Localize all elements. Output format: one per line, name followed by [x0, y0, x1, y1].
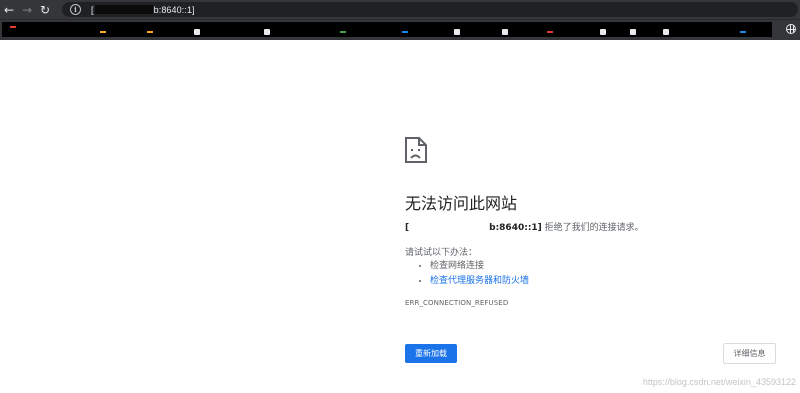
bookmarks-redaction — [2, 22, 772, 37]
suggestions-list: 检查网络连接 检查代理服务器和防火墙 — [405, 259, 529, 289]
bookmark-icon — [264, 29, 270, 35]
bookmark-accent — [340, 31, 346, 33]
suggestion-check-network: 检查网络连接 — [430, 259, 529, 274]
address-bar[interactable]: i [ b:8640::1] — [62, 2, 798, 17]
host-redaction — [409, 227, 489, 228]
host-name: [ b:8640::1] — [405, 223, 542, 233]
url-redaction — [94, 4, 153, 14]
check-proxy-link[interactable]: 检查代理服务器和防火墙 — [430, 276, 529, 286]
error-code: ERR_CONNECTION_REFUSED — [405, 299, 509, 307]
suggestions-label: 请试试以下办法： — [405, 248, 478, 258]
bookmark-icon — [194, 29, 200, 35]
bookmark-icon — [630, 29, 636, 35]
bookmark-accent — [10, 26, 16, 28]
details-button[interactable]: 详细信息 — [723, 343, 776, 364]
bookmark-icon — [502, 29, 508, 35]
bookmark-icon — [600, 29, 606, 35]
bookmark-accent — [547, 31, 553, 33]
bookmark-accent — [740, 31, 746, 33]
bookmarks-bar — [0, 19, 800, 40]
error-detail: [ b:8640::1] 拒绝了我们的连接请求。 — [405, 220, 644, 233]
sad-page-icon — [405, 137, 427, 163]
host-tail: b:8640::1] — [489, 223, 542, 233]
bookmark-icon — [454, 29, 460, 35]
url-head: [ — [91, 4, 94, 15]
site-info-icon[interactable]: i — [70, 4, 81, 15]
forward-arrow-icon[interactable]: → — [18, 0, 36, 19]
host-head: [ — [405, 223, 410, 233]
bookmark-accent — [100, 31, 106, 33]
error-title: 无法访问此网站 — [405, 194, 518, 213]
bookmark-accent — [402, 31, 408, 33]
url-text[interactable]: [ b:8640::1] — [91, 4, 195, 15]
back-arrow-icon[interactable]: ← — [0, 0, 18, 19]
bookmark-accent — [147, 31, 153, 33]
bookmark-icon — [663, 29, 669, 35]
watermark: https://blog.csdn.net/weixin_43593122 — [642, 377, 796, 387]
browser-toolbar: ← → ↻ i [ b:8640::1] — [0, 0, 800, 19]
reload-icon[interactable]: ↻ — [36, 0, 54, 19]
suggestion-check-proxy: 检查代理服务器和防火墙 — [430, 274, 529, 289]
url-tail: b:8640::1] — [153, 4, 195, 15]
error-message: 拒绝了我们的连接请求。 — [541, 223, 644, 233]
reload-button[interactable]: 重新加载 — [405, 344, 457, 363]
globe-icon[interactable] — [786, 24, 796, 34]
